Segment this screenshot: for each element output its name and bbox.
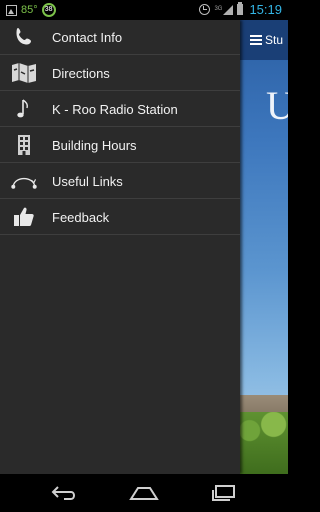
- app-logo: U: [266, 83, 288, 128]
- status-right: 3G 15:19: [199, 2, 282, 17]
- clock: 15:19: [249, 2, 282, 17]
- back-icon: [51, 486, 75, 500]
- music-note-icon: [10, 95, 38, 123]
- drawer-item-label: K - Roo Radio Station: [52, 101, 178, 117]
- thumbs-up-icon: [10, 203, 38, 231]
- status-left: 85° 38: [6, 3, 56, 17]
- alarm-icon: [199, 4, 211, 15]
- navigation-drawer: Contact Info Directions K - Roo Radio St…: [0, 20, 240, 474]
- battery-icon: [237, 2, 244, 15]
- recents-button[interactable]: [206, 482, 242, 504]
- back-button[interactable]: [46, 482, 82, 504]
- building-icon: [10, 131, 38, 159]
- recents-icon: [212, 485, 235, 501]
- notification-badge: 38: [41, 3, 56, 17]
- drawer-item-radio-station[interactable]: K - Roo Radio Station: [0, 92, 240, 127]
- temperature: 85°: [21, 4, 38, 16]
- home-button[interactable]: [126, 482, 162, 504]
- screen: 85° 38 3G 15:19 Stu U Contact Info Direc…: [0, 0, 288, 512]
- drawer-item-label: Building Hours: [52, 137, 137, 153]
- drawer-item-directions[interactable]: Directions: [0, 56, 240, 91]
- system-nav-bar: [0, 474, 288, 512]
- campus-trees-image: [240, 412, 288, 474]
- drawer-item-useful-links[interactable]: Useful Links: [0, 164, 240, 199]
- drawer-item-contact-info[interactable]: Contact Info: [0, 20, 240, 55]
- app-title: Stu: [265, 33, 284, 47]
- hamburger-menu-icon[interactable]: [250, 35, 262, 45]
- drawer-item-feedback[interactable]: Feedback: [0, 200, 240, 235]
- drawer-item-label: Directions: [52, 65, 110, 81]
- map-icon: [10, 59, 38, 87]
- drawer-item-label: Useful Links: [52, 173, 123, 189]
- signal-icon: [223, 4, 234, 15]
- links-icon: [10, 167, 38, 195]
- app-action-bar[interactable]: Stu: [240, 20, 288, 60]
- drawer-item-building-hours[interactable]: Building Hours: [0, 128, 240, 163]
- phone-icon: [10, 23, 38, 51]
- image-notification-icon: [6, 4, 17, 16]
- network-type: 3G: [214, 6, 223, 12]
- home-icon: [129, 487, 159, 500]
- drawer-item-label: Feedback: [52, 209, 110, 225]
- drawer-item-label: Contact Info: [52, 29, 123, 45]
- status-bar: 85° 38 3G 15:19: [0, 0, 288, 20]
